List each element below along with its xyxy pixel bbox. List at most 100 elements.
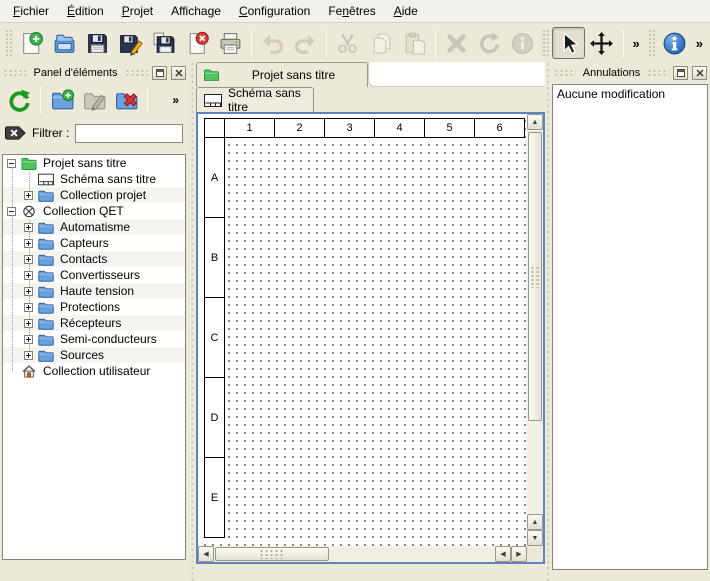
close-panel-button[interactable] [171,66,186,80]
menu-projet[interactable]: Projet [113,1,162,21]
diagram-border: 123456 ABCDE [204,118,525,538]
tree-item-capteurs[interactable]: Capteurs [3,235,185,251]
collapse-icon[interactable] [7,207,16,216]
vertical-scroll-thumb[interactable] [528,132,542,421]
expand-icon[interactable] [24,351,33,360]
new-document-button[interactable] [15,27,48,59]
tree-item-collection-utilisateur[interactable]: Collection utilisateur [3,363,185,379]
tree-item-contacts[interactable]: Contacts [3,251,185,267]
tree-item-label: Protections [60,300,120,314]
left-splitter[interactable] [189,63,196,581]
expand-icon[interactable] [24,319,33,328]
toolbar-overflow-button[interactable]: » [172,93,179,107]
cut-button[interactable] [331,27,364,59]
undo-icon [260,31,285,56]
redo-button[interactable] [289,27,322,59]
toolbar-overflow-button[interactable]: » [691,36,708,51]
tree-item-collection-projet[interactable]: Collection projet [3,187,185,203]
new-document-icon [19,31,44,56]
diagram-row-label: D [205,378,225,458]
new-category-button[interactable] [47,85,77,115]
collapse-icon[interactable] [7,159,16,168]
project-tab-label: Projet sans titre [226,68,361,82]
rotate-button[interactable] [473,27,506,59]
diagram-canvas[interactable]: 123456 ABCDE [198,114,527,546]
save-all-icon [152,31,177,56]
open-project-button[interactable] [48,27,81,59]
undo-list: Aucune modification [552,84,708,570]
delete-button[interactable] [440,27,473,59]
tree-item-sources[interactable]: Sources [3,347,185,363]
menu-configuration[interactable]: Configuration [230,1,319,21]
expand-icon[interactable] [24,335,33,344]
toolbar-overflow-button[interactable]: » [628,36,645,51]
toolbar-handle[interactable] [648,29,655,57]
tree-item-haute-tension[interactable]: Haute tension [3,283,185,299]
expand-icon[interactable] [24,303,33,312]
scroll-up-button-2[interactable]: ▲ [527,514,543,530]
undo-button[interactable] [256,27,289,59]
about-qet-button[interactable] [658,27,691,59]
diagram-column-label: 4 [375,119,425,138]
close-panel-button[interactable] [692,66,707,80]
tree-item-schema-sans-titre[interactable]: Schéma sans titre [3,171,185,187]
expand-icon[interactable] [24,191,33,200]
menu-edition[interactable]: Édition [58,1,113,21]
expand-icon[interactable] [24,223,33,232]
scroll-left-button[interactable]: ◀ [198,546,214,562]
scroll-up-button[interactable]: ▲ [527,114,543,130]
tree-item-protections[interactable]: Protections [3,299,185,315]
save-button[interactable] [81,27,114,59]
undo-panel-titlebar[interactable]: Annulations [554,64,707,82]
reload-collections-button[interactable] [4,85,34,115]
delete-category-button[interactable] [111,85,141,115]
float-panel-button[interactable] [152,66,167,80]
tab-projet-sans-titre[interactable]: Projet sans titre [196,62,368,87]
expand-icon[interactable] [24,287,33,296]
print-button[interactable] [214,27,247,59]
save-all-button[interactable] [148,27,181,59]
scroll-left-button-2[interactable]: ◀ [495,546,511,562]
expand-icon[interactable] [24,255,33,264]
selection-mode-button[interactable] [552,27,585,59]
paste-button[interactable] [398,27,431,59]
move-icon [589,31,614,56]
expand-icon[interactable] [24,271,33,280]
close-file-button[interactable] [181,27,214,59]
menu-fichier[interactable]: Fichier [4,1,58,21]
menu-affichage[interactable]: Affichage [162,1,230,21]
menu-aide[interactable]: Aide [385,1,427,21]
diagram-row-label: C [205,298,225,378]
vertical-scrollbar[interactable]: ▲ ▲ ▼ [527,114,543,546]
tree-item-automatisme[interactable]: Automatisme [3,219,185,235]
diagram-view: 123456 ABCDE ▲ ▲ ▼ ◀ ◀ ▶ [196,112,545,564]
scroll-down-button[interactable]: ▼ [527,530,543,546]
edit-category-button[interactable] [79,85,109,115]
filter-input[interactable] [75,124,183,143]
float-panel-button[interactable] [673,66,688,80]
menu-fenetres[interactable]: Fenêtres [319,1,384,21]
tree-item-collection-qet[interactable]: Collection QET [3,203,185,219]
elements-panel-titlebar[interactable]: Panel d'éléments [3,64,186,82]
save-as-button[interactable] [114,27,147,59]
tree-item-convertisseurs[interactable]: Convertisseurs [3,267,185,283]
expand-icon[interactable] [24,239,33,248]
toolbar-handle[interactable] [5,29,12,57]
close-file-icon [185,31,210,56]
object-information-button[interactable] [506,27,539,59]
visualisation-mode-button[interactable] [585,27,618,59]
tree-item-projet-sans-titre[interactable]: Projet sans titre [3,155,185,171]
tab-schema-sans-titre[interactable]: Schéma sans titre [196,87,314,112]
tree-item-semi-conducteurs[interactable]: Semi-conducteurs [3,331,185,347]
horizontal-scroll-thumb[interactable] [215,547,329,561]
diagram-column-label: 3 [325,119,375,138]
toolbar-handle[interactable] [542,29,549,57]
clear-filter-button[interactable] [5,125,26,141]
copy-button[interactable] [365,27,398,59]
redo-icon [293,31,318,56]
project-folder-icon [21,156,38,170]
scroll-right-button[interactable]: ▶ [511,546,527,562]
tree-item-recepteurs[interactable]: Récepteurs [3,315,185,331]
horizontal-scrollbar[interactable]: ◀ ◀ ▶ [198,546,527,562]
undo-list-item[interactable]: Aucune modification [553,85,707,103]
